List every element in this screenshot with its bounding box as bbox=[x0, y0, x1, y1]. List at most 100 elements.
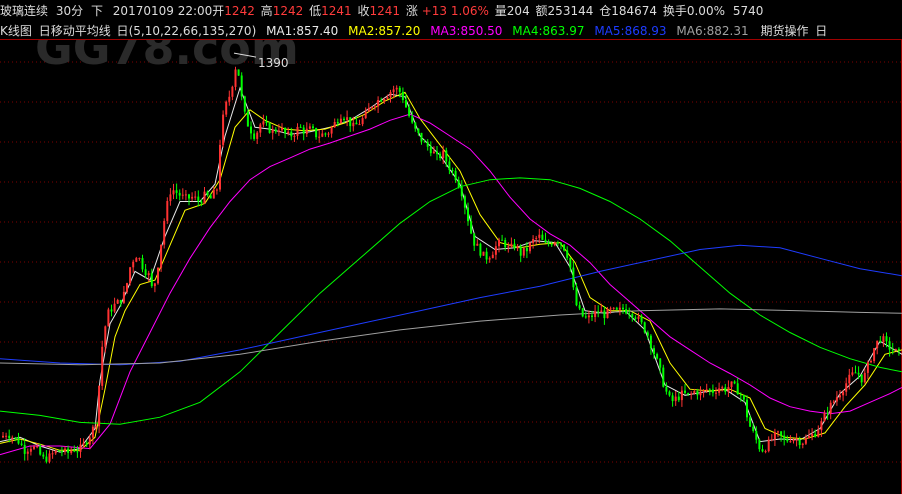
candle bbox=[367, 103, 370, 112]
candle bbox=[835, 391, 838, 406]
amount-value: 253144 bbox=[547, 4, 594, 18]
candle bbox=[250, 121, 252, 140]
symbol-name[interactable]: 玻璃连续 bbox=[0, 4, 48, 18]
candle bbox=[615, 306, 618, 311]
futures-ops-label[interactable]: 期货操作 bbox=[760, 24, 808, 38]
period-label[interactable]: 30分 bbox=[56, 4, 83, 18]
change-label: 涨 bbox=[405, 4, 418, 18]
candle bbox=[587, 310, 590, 324]
candle bbox=[801, 442, 804, 449]
kline-chart[interactable]: GG78.com 1390 bbox=[0, 40, 902, 494]
candle bbox=[622, 304, 624, 314]
candle bbox=[253, 129, 256, 141]
candle bbox=[426, 139, 429, 151]
candle bbox=[662, 364, 665, 388]
candle bbox=[144, 264, 147, 279]
candle bbox=[188, 193, 190, 206]
candle bbox=[2, 432, 4, 439]
oi-value: 184674 bbox=[611, 4, 658, 18]
candle bbox=[541, 230, 544, 241]
candle bbox=[873, 348, 876, 364]
candle bbox=[870, 359, 872, 364]
peak-label: 1390 bbox=[258, 56, 289, 70]
candle bbox=[643, 321, 646, 334]
ma5-value: MA5:868.93 bbox=[594, 24, 667, 38]
candle bbox=[516, 244, 519, 252]
candle bbox=[91, 424, 94, 445]
candle bbox=[594, 305, 597, 323]
candle bbox=[194, 191, 197, 201]
candle bbox=[401, 87, 404, 104]
ma-line-ma4 bbox=[0, 177, 902, 425]
candle bbox=[795, 433, 798, 447]
candle bbox=[73, 445, 76, 453]
candle bbox=[631, 312, 634, 322]
candle bbox=[656, 352, 659, 360]
candle bbox=[718, 382, 721, 396]
candle bbox=[228, 90, 231, 106]
candle bbox=[575, 282, 578, 307]
candle bbox=[70, 447, 73, 455]
futures-ops-flag[interactable]: 日 bbox=[815, 24, 827, 38]
candle bbox=[240, 72, 243, 101]
volume-value: 204 bbox=[506, 4, 530, 18]
high-label: 高 bbox=[260, 4, 273, 18]
candle bbox=[333, 118, 336, 128]
volume-label: 量 bbox=[494, 4, 507, 18]
candle bbox=[414, 121, 417, 132]
candle bbox=[98, 385, 101, 434]
candle bbox=[259, 122, 262, 137]
candle bbox=[64, 446, 66, 455]
candle bbox=[296, 123, 299, 140]
candle bbox=[157, 267, 159, 285]
candle bbox=[349, 117, 352, 132]
candle bbox=[699, 386, 702, 401]
candle bbox=[299, 124, 302, 129]
candle bbox=[665, 382, 668, 395]
candle bbox=[169, 188, 172, 206]
candle bbox=[302, 124, 305, 141]
ma-indicator-name[interactable]: 日移动平均线 bbox=[39, 24, 111, 38]
ma-flag[interactable]: 日 bbox=[117, 24, 129, 38]
low-label: 低 bbox=[309, 4, 322, 18]
candle bbox=[172, 183, 175, 200]
candle bbox=[519, 244, 522, 263]
candle bbox=[860, 374, 863, 387]
candle bbox=[761, 444, 764, 453]
candle bbox=[308, 123, 311, 130]
candle bbox=[219, 139, 221, 192]
candle bbox=[817, 425, 820, 438]
candle bbox=[45, 450, 48, 464]
candle bbox=[346, 110, 349, 127]
candle bbox=[330, 125, 333, 138]
candle bbox=[197, 190, 200, 207]
candle bbox=[628, 307, 631, 319]
candle bbox=[563, 244, 566, 252]
candle bbox=[67, 445, 70, 459]
candle bbox=[191, 192, 194, 202]
kline-label[interactable]: K线图 bbox=[0, 24, 32, 38]
candle bbox=[851, 367, 854, 377]
candle bbox=[513, 239, 516, 251]
open-value: 1242 bbox=[224, 4, 255, 18]
moving-average-lines bbox=[0, 86, 902, 456]
extra-value: 5740 bbox=[732, 4, 764, 18]
candle bbox=[854, 365, 857, 374]
quote-header: 玻璃连续 30分 下 20170109 22:00开1242 高1242 低12… bbox=[0, 0, 902, 22]
candle bbox=[243, 95, 246, 115]
candle bbox=[866, 360, 869, 380]
candle bbox=[321, 129, 324, 138]
candle bbox=[897, 347, 900, 356]
candle bbox=[358, 119, 361, 126]
candle bbox=[364, 107, 367, 120]
candle bbox=[829, 400, 832, 420]
candle bbox=[473, 233, 476, 251]
candle bbox=[17, 432, 20, 445]
candle bbox=[674, 391, 677, 406]
candle bbox=[773, 428, 776, 446]
candle bbox=[271, 125, 274, 140]
candle bbox=[826, 406, 829, 420]
candle bbox=[649, 334, 652, 355]
candle bbox=[671, 392, 674, 407]
candle bbox=[268, 121, 271, 134]
